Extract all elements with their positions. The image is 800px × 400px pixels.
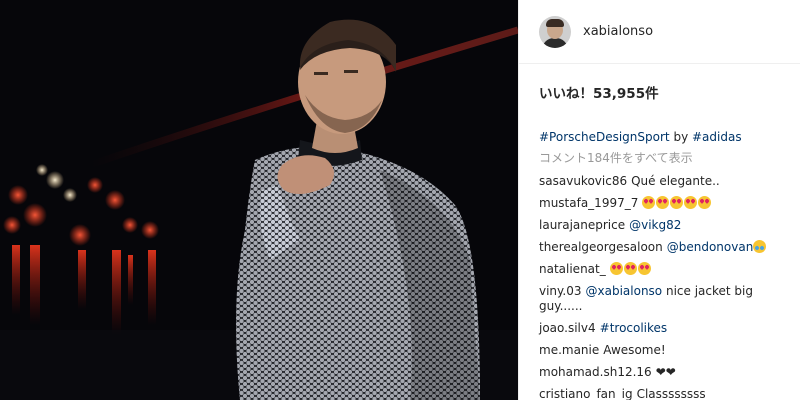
comment-row: mustafa_1997_7 — [539, 196, 800, 211]
hashtag-link[interactable]: #trocolikes — [600, 321, 668, 335]
comment-username[interactable]: joao.silv4 — [539, 321, 596, 335]
comment-row: natalienat_ — [539, 262, 800, 277]
mention-link[interactable]: @bendonovan — [667, 240, 754, 254]
hashtag-link[interactable]: #PorscheDesignSport — [539, 130, 670, 144]
mention-link[interactable]: @xabialonso — [586, 284, 663, 298]
heart-eyes-emoji — [637, 262, 651, 275]
heart-eyes-emoji — [656, 196, 670, 209]
post-caption: #PorscheDesignSport by #adidas — [539, 130, 800, 145]
comment-text: Qué elegante.. — [631, 174, 720, 188]
tears-of-joy-emoji — [753, 240, 767, 253]
comment-username[interactable]: mustafa_1997_7 — [539, 196, 638, 210]
comment-row: laurajaneprice @vikg82 — [539, 218, 800, 233]
comments-section: #PorscheDesignSport by #adidas コメント184件を… — [519, 116, 800, 400]
comment-username[interactable]: mohamad.sh12.16 — [539, 365, 652, 379]
caption-text: by — [673, 130, 689, 144]
comment-username[interactable]: natalienat_ — [539, 262, 606, 276]
heart-eyes-emoji — [642, 196, 656, 209]
comment-row: sasavukovic86 Qué elegante.. — [539, 174, 800, 189]
comment-text: Classssssss — [636, 387, 706, 400]
post-header: xabialonso — [519, 0, 800, 64]
comment-row: therealgeorgesaloon @bendonovan — [539, 240, 800, 255]
comment-username[interactable]: viny.03 — [539, 284, 582, 298]
view-all-comments-link[interactable]: コメント184件をすべて表示 — [539, 151, 800, 166]
post-side-panel: xabialonso いいね！53,955件 #PorscheDesignSpo… — [518, 0, 800, 400]
comment-row: mohamad.sh12.16 ❤❤ — [539, 365, 800, 380]
comment-text: ❤❤ — [655, 365, 676, 379]
heart-eyes-emoji — [698, 196, 712, 209]
comment-row: viny.03 @xabialonso nice jacket big guy..… — [539, 284, 800, 314]
avatar[interactable] — [539, 15, 571, 48]
comment-username[interactable]: cristiano_fan_ig — [539, 387, 633, 400]
post-username[interactable]: xabialonso — [583, 24, 653, 39]
photo-scene — [0, 0, 518, 400]
comment-row: me.manie Awesome! — [539, 343, 800, 358]
comment-username[interactable]: laurajaneprice — [539, 218, 625, 232]
heart-eyes-emoji — [684, 196, 698, 209]
post-photo[interactable] — [0, 0, 518, 400]
comment-username[interactable]: sasavukovic86 — [539, 174, 627, 188]
likes-count[interactable]: いいね！53,955件 — [519, 64, 800, 116]
comment-text: Awesome! — [603, 343, 666, 357]
mention-link[interactable]: @vikg82 — [629, 218, 681, 232]
comment-row: joao.silv4 #trocolikes — [539, 321, 800, 336]
heart-eyes-emoji — [670, 196, 684, 209]
comment-list: sasavukovic86 Qué elegante.. mustafa_1997_… — [539, 174, 800, 400]
comment-row: cristiano_fan_ig Classssssss — [539, 387, 800, 400]
comment-username[interactable]: me.manie — [539, 343, 599, 357]
heart-eyes-emoji — [609, 262, 623, 275]
hashtag-link[interactable]: #adidas — [692, 130, 742, 144]
comment-username[interactable]: therealgeorgesaloon — [539, 240, 663, 254]
heart-eyes-emoji — [623, 262, 637, 275]
